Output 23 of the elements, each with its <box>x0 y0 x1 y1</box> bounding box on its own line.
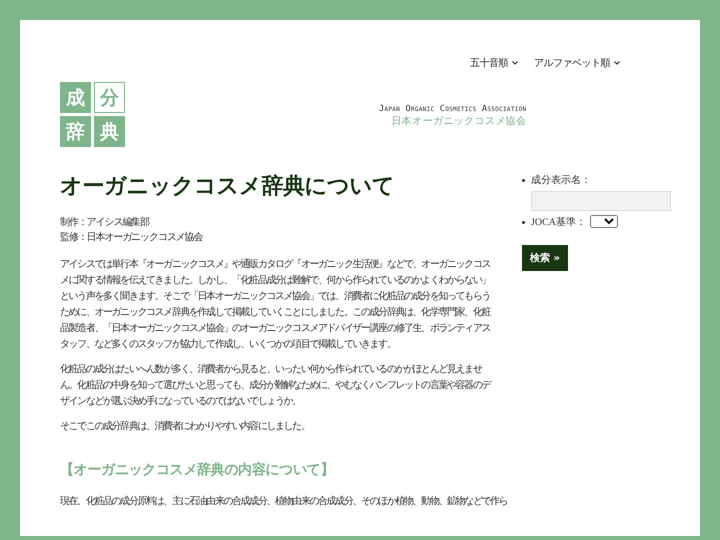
page-title: オーガニックコスメ辞典について <box>60 173 396 201</box>
association-name-english: Japan Organic Cosmetics Association <box>379 104 526 114</box>
association-name-japanese: 日本オーガニックコスメ協会 <box>391 114 526 128</box>
logo-tile: 辞 <box>60 116 91 147</box>
standard-dropdown[interactable] <box>590 215 618 228</box>
body-paragraph: そこでこの成分辞典は、消費者にわかりやすい内容にしました。 <box>60 420 310 434</box>
logo-tile: 成 <box>60 82 91 113</box>
logo-tile: 典 <box>94 116 125 147</box>
search-button[interactable]: 検索 » <box>522 245 568 271</box>
credit-line: 監修：日本オーガニックコスメ協会 <box>60 230 204 245</box>
nav-menu-link[interactable]: 五十音順 <box>470 56 518 70</box>
ingredient-name-input[interactable] <box>531 191 671 211</box>
field-label: 成分表示名： <box>531 174 591 187</box>
body-paragraph: アイシスでは単行本『オーガニックコスメ』や通販カタログ『オーガニック生活便』などで、オーガニックコスメに関する情報を伝えてきました。しかし、「化粧品成分は難解で、何から作られているのかよくわからない」という声を多く聞きます。そこで「日本オーガニックコスメ協会」では、消費者に化粧品の成分を知ってもらうために、オーガニックコスメ辞典を作成して掲載していくことにしました。この成分辞典は、化学専門家、化粧品製造者、「日本オーガニックコスメ協会」のオーガニックコスメアドバイザー講座の修了生、ボランティアスタッフ、など多くのスタッフが協力して作成し、いくつかの項目で掲載していきます。 <box>60 258 492 352</box>
section-heading: 【オーガニックコスメ辞典の内容について】 <box>60 461 336 479</box>
body-paragraph: 化粧品の成分はたいへん数が多く、消費者から見ると、いったい何から作られているのかがほとんど見えません。化粧品の中身を知って選びたいと思っても、成分が難解なために、やむなくパンフレットの言葉や容器のデザインなどが選ぶ決め手になっているのではないでしょうか。 <box>60 362 492 409</box>
caret-icon <box>512 61 518 65</box>
nav-menu-link[interactable]: アルファベット順 <box>534 56 620 70</box>
caret-icon <box>614 61 620 65</box>
credit-line: 制作：アイシス編集部 <box>60 216 150 230</box>
logo-tile: 分 <box>94 82 125 113</box>
body-paragraph: 現在、化粧品の成分原料は、主に石油由来の合成成分、植物由来の合成成分、そのほか植物、動物、鉱物などで作ら <box>60 495 508 509</box>
field-label: JOCA基準： <box>531 216 586 229</box>
